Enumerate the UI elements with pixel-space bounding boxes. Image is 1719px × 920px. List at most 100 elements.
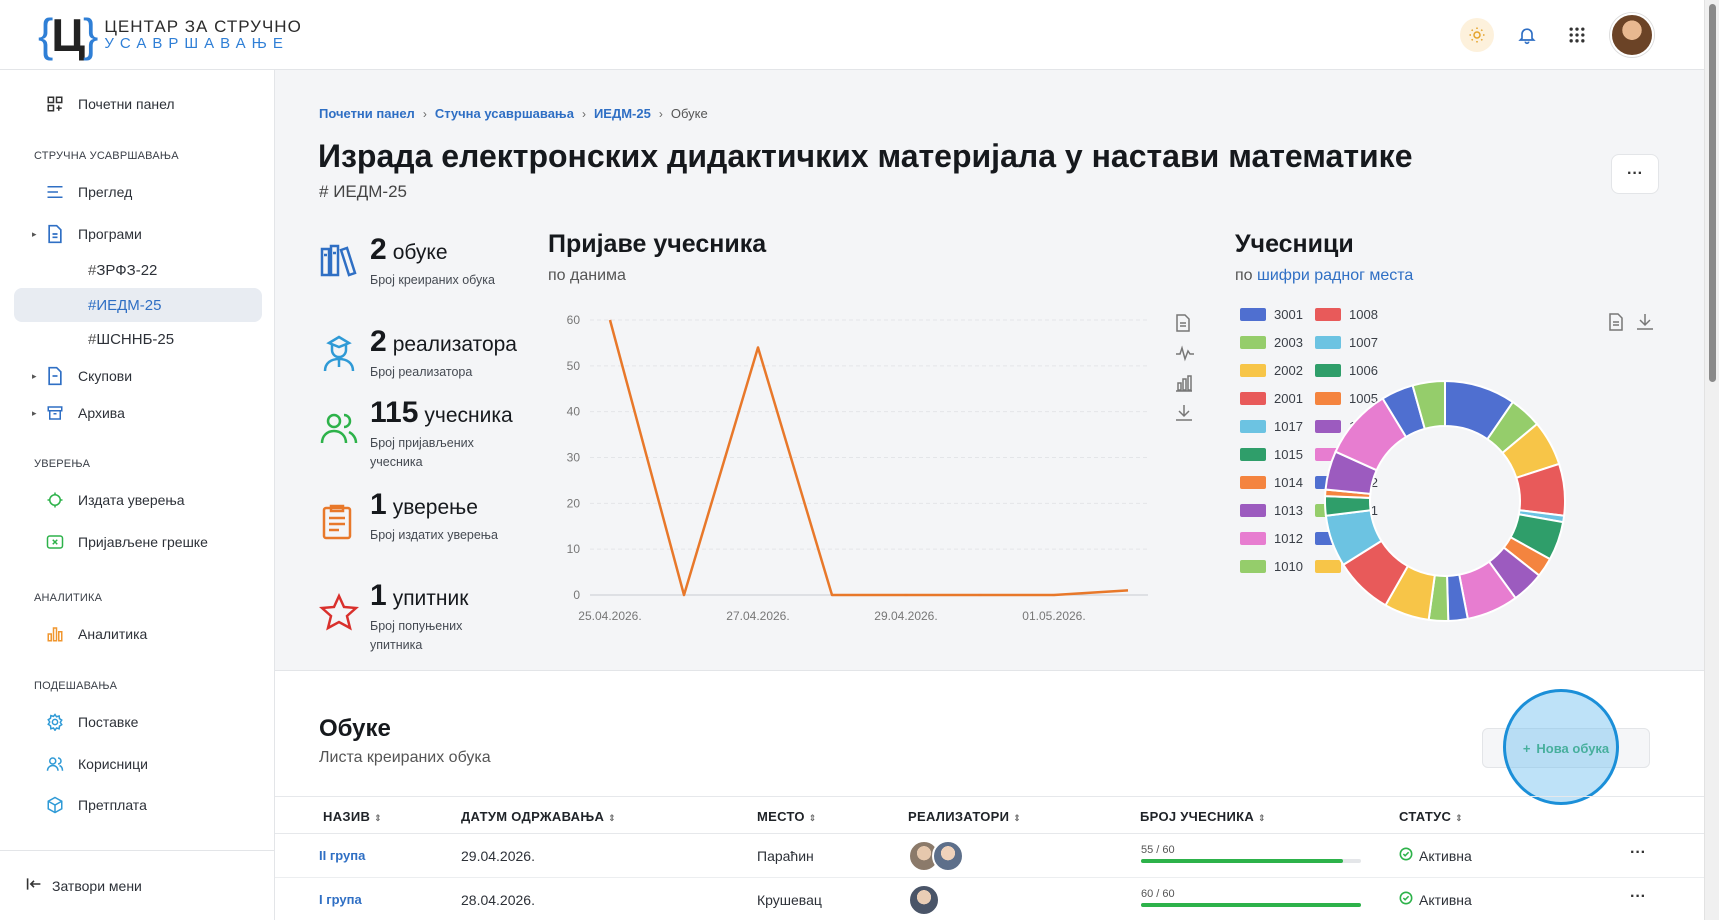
page-scrollbar[interactable]	[1704, 0, 1719, 920]
sort-icon: ⇕	[608, 813, 616, 823]
avatar[interactable]	[908, 884, 940, 916]
participants-progress: 55 / 60	[1141, 844, 1361, 863]
more-options-button[interactable]: ···	[1611, 154, 1659, 194]
chevron-right-icon[interactable]: ▸	[32, 371, 37, 382]
breadcrumb: Почетни панел › Стучна усавршавања › ИЕД…	[319, 106, 708, 121]
avatar[interactable]	[932, 840, 964, 872]
document-stack-icon	[44, 365, 66, 387]
logo-mark: {Ц}	[38, 9, 98, 61]
bar-chart-icon[interactable]	[1175, 374, 1195, 392]
y-tick-label: 60	[567, 313, 581, 327]
legend-item[interactable]: 3001	[1240, 307, 1303, 322]
sidebar-item-subscription[interactable]: Претплата	[14, 788, 262, 822]
badge-icon	[44, 489, 66, 511]
sidebar-item-archive[interactable]: ▸ Архива	[14, 396, 262, 430]
legend-item[interactable]: 1012	[1240, 531, 1303, 546]
sidebar-item-program-iedm[interactable]: # ИЕДМ-25	[14, 288, 262, 322]
sidebar-item-overview[interactable]: Преглед	[14, 175, 262, 209]
sidebar-item-settings[interactable]: Поставке	[14, 705, 262, 739]
donut-chart	[1324, 379, 1566, 622]
theme-toggle-sun-icon[interactable]	[1460, 18, 1494, 52]
row-more-button[interactable]: ···	[1630, 888, 1646, 906]
stat-number: 1	[370, 488, 387, 521]
y-tick-label: 10	[567, 542, 581, 556]
users-icon	[319, 408, 359, 448]
chevron-right-icon[interactable]: ▸	[32, 408, 37, 419]
sidebar-item-label: Поставке	[78, 714, 139, 730]
col-header-instructors[interactable]: РЕАЛИЗАТОРИ ⇕	[908, 809, 1021, 824]
legend-item[interactable]: 1017	[1240, 419, 1303, 434]
col-header-place[interactable]: МЕСТО ⇕	[757, 809, 817, 824]
y-tick-label: 0	[573, 588, 580, 602]
stat-unit: упитник	[392, 587, 469, 610]
sidebar-item-program-shsnnb[interactable]: # ШСННБ-25	[14, 322, 262, 356]
donut-subtitle-link[interactable]: шифри радног места	[1257, 267, 1413, 284]
document-icon[interactable]	[1175, 314, 1195, 332]
participants-count: 55 / 60	[1141, 844, 1175, 856]
chevron-right-icon[interactable]: ▸	[32, 229, 37, 240]
x-tick-label: 29.04.2026.	[874, 609, 937, 623]
logo[interactable]: {Ц} ЦЕНТАР ЗА СТРУЧНО УСАВРШАВАЊЕ	[38, 10, 302, 60]
data-point[interactable]	[608, 318, 612, 322]
click-highlight-marker	[1503, 689, 1619, 805]
sidebar-item-label: Почетни панел	[78, 96, 175, 112]
document-icon[interactable]	[1608, 313, 1624, 336]
col-header-status[interactable]: СТАТУС ⇕	[1399, 809, 1463, 824]
row-more-button[interactable]: ···	[1630, 844, 1646, 862]
col-header-date[interactable]: ДАТУМ ОДРЖАВАЊА ⇕	[461, 809, 616, 824]
stat-description: Број реализатора	[370, 365, 473, 379]
legend-label: 1010	[1274, 559, 1303, 574]
legend-item[interactable]: 2002	[1240, 363, 1303, 378]
series-line[interactable]	[608, 319, 1129, 597]
sidebar-item-users[interactable]: Корисници	[14, 747, 262, 781]
notifications-bell-icon[interactable]	[1510, 18, 1544, 52]
breadcrumb-current: Обуке	[670, 106, 708, 121]
col-header-participants[interactable]: БРОЈ УЧЕСНИКА ⇕	[1140, 809, 1266, 824]
sidebar-item-analytics[interactable]: Аналитика	[14, 617, 262, 651]
sidebar-item-reported-errors[interactable]: Пријављене грешке	[14, 525, 262, 559]
scrollbar-thumb[interactable]	[1709, 4, 1716, 382]
data-point[interactable]	[1126, 588, 1130, 592]
legend-item[interactable]: 1010	[1240, 559, 1303, 574]
legend-item[interactable]: 1013	[1240, 503, 1303, 518]
legend-item[interactable]: 1014	[1240, 475, 1303, 490]
download-icon[interactable]	[1636, 313, 1654, 336]
line-chart-subtitle: по данима	[548, 267, 626, 284]
breadcrumb-link-dashboard[interactable]: Почетни панел	[319, 106, 415, 121]
data-point[interactable]	[1052, 593, 1056, 597]
apps-grid-icon[interactable]	[1560, 18, 1594, 52]
legend-item[interactable]: 1007	[1315, 335, 1378, 350]
line-chart-icon[interactable]	[1175, 344, 1195, 362]
col-header-name[interactable]: НАЗИВ ⇕	[323, 809, 382, 824]
breadcrumb-link-trainings[interactable]: Стучна усавршавања	[435, 106, 574, 121]
table-row[interactable]: I група 28.04.2026. Крушевац 60 / 60 Акт…	[275, 878, 1704, 920]
training-name-link[interactable]: I група	[319, 892, 362, 907]
close-menu-button[interactable]: Затвори мени	[26, 877, 142, 894]
breadcrumb-link-program[interactable]: ИЕДМ-25	[594, 106, 651, 121]
data-point[interactable]	[756, 346, 760, 350]
legend-item[interactable]: 1008	[1315, 307, 1378, 322]
download-icon[interactable]	[1175, 404, 1195, 422]
progress-track	[1141, 903, 1361, 907]
sidebar-item-programs[interactable]: ▸ Програми	[14, 217, 262, 251]
sidebar-item-program-zrfz[interactable]: # ЗРФЗ-22	[14, 253, 262, 287]
sidebar-item-sets[interactable]: ▸ Скупови	[14, 359, 262, 393]
table-row[interactable]: II група 29.04.2026. Параћин 55 / 60 Акт…	[275, 834, 1704, 878]
bar-chart-icon	[44, 623, 66, 645]
training-name-link[interactable]: II група	[319, 848, 365, 863]
sidebar-section-settings: ПОДЕШАВАЊА	[34, 680, 118, 692]
legend-item[interactable]: 1015	[1240, 447, 1303, 462]
legend-item[interactable]: 2003	[1240, 335, 1303, 350]
data-point[interactable]	[830, 593, 834, 597]
sidebar-item-dashboard[interactable]: Почетни панел	[14, 87, 262, 121]
data-point[interactable]	[904, 593, 908, 597]
data-point[interactable]	[978, 593, 982, 597]
legend-item[interactable]: 2001	[1240, 391, 1303, 406]
user-avatar[interactable]	[1610, 13, 1654, 57]
sidebar-item-issued-certificates[interactable]: Издата уверења	[14, 483, 262, 517]
program-code: # ИЕДМ-25	[319, 182, 407, 201]
legend-swatch	[1240, 448, 1266, 461]
donut-chart-title: Учесници	[1235, 230, 1354, 258]
data-point[interactable]	[682, 593, 686, 597]
y-tick-label: 20	[567, 496, 581, 510]
